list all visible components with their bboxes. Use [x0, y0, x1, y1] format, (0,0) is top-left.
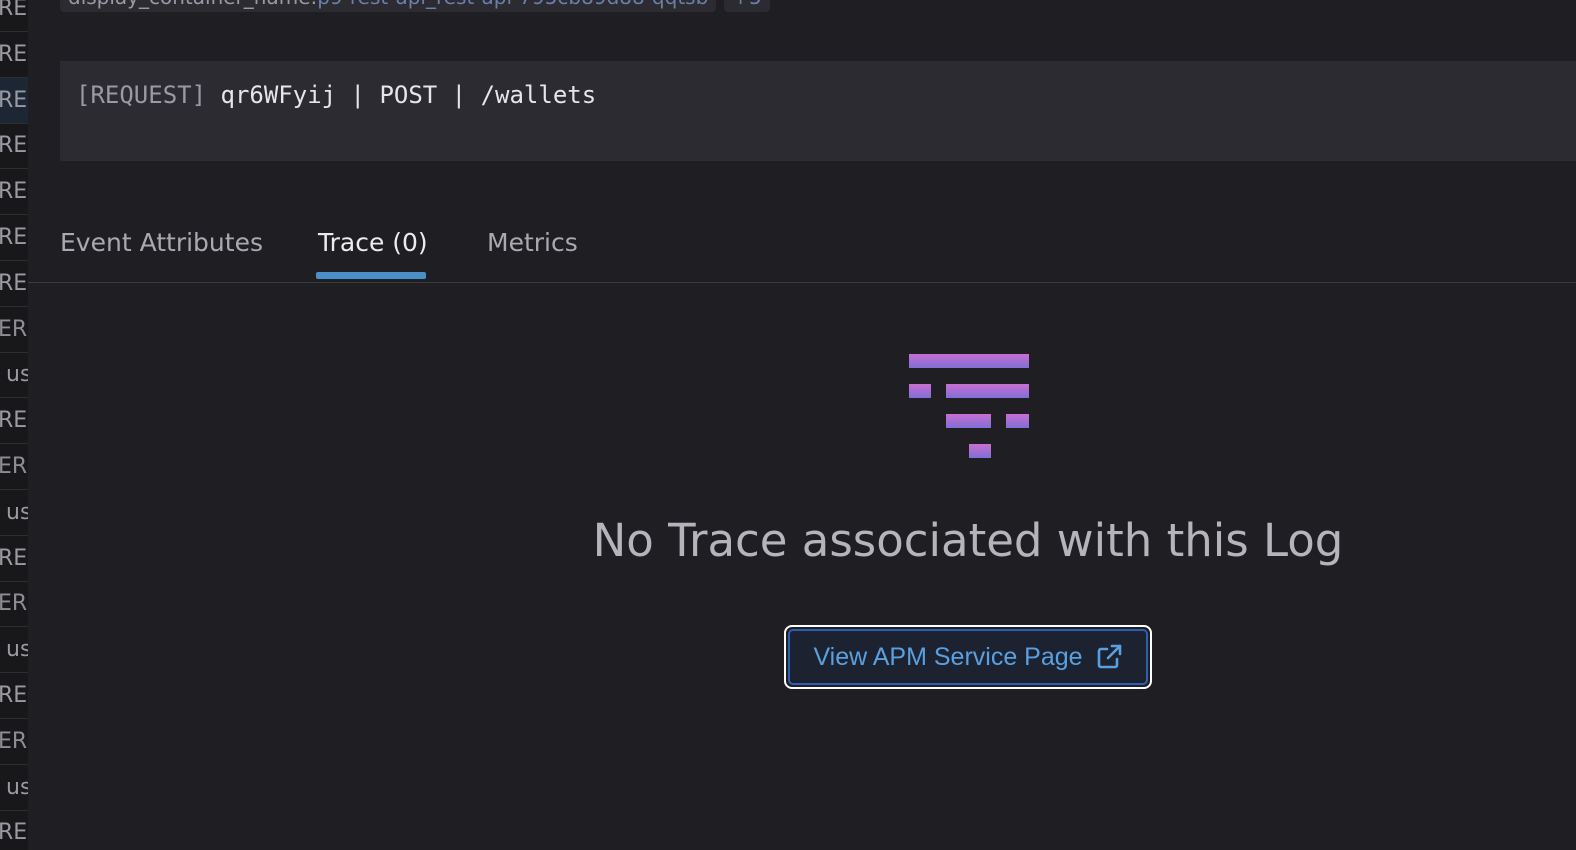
apm-button-label: View APM Service Page: [813, 642, 1083, 671]
log-explorer-app: REQREQREQREQREQREQREQERRusREQERRusREQERR…: [0, 0, 1576, 850]
log-row[interactable]: REQ: [0, 261, 28, 307]
log-level: [REQUEST]: [76, 81, 207, 109]
active-tab-indicator: [316, 272, 426, 279]
log-row[interactable]: REQ: [0, 123, 28, 170]
container-name-tag[interactable]: display_container_name:p9-rest-api_rest-…: [60, 0, 717, 12]
log-row[interactable]: ERR: [0, 307, 28, 353]
apm-button-content: View APM Service Page: [788, 629, 1148, 685]
tab-event-attributes[interactable]: Event Attributes: [60, 228, 263, 280]
tag-value: p9-rest-api_rest-api-795cb89d88-qqtsb: [317, 0, 708, 9]
log-row[interactable]: ERR: [0, 581, 28, 628]
log-row[interactable]: REQ: [0, 536, 28, 582]
log-row[interactable]: REQ: [0, 32, 28, 78]
log-message-body: qr6WFyij | POST | /wallets: [206, 81, 597, 109]
tags-row: display_container_name:p9-rest-api_rest-…: [60, 0, 770, 14]
log-row[interactable]: us: [0, 765, 28, 811]
log-row[interactable]: REQ: [0, 810, 28, 850]
more-tags-count: +5: [732, 0, 761, 9]
log-message: [REQUEST] qr6WFyij | POST | /wallets: [76, 81, 1576, 109]
log-row[interactable]: REQ: [0, 215, 28, 261]
view-apm-service-page-button[interactable]: View APM Service Page: [784, 625, 1152, 689]
log-detail-panel: display_container_name:p9-rest-api_rest-…: [28, 0, 1576, 850]
external-link-icon: [1097, 644, 1121, 669]
trace-empty-state: No Trace associated with this Log View A…: [28, 282, 1576, 842]
log-row[interactable]: us: [0, 352, 28, 399]
tag-key: display_container_name:: [68, 0, 317, 9]
more-tags-badge[interactable]: +5: [724, 0, 770, 12]
log-row[interactable]: REQ: [0, 398, 28, 445]
log-row[interactable]: us: [0, 490, 28, 536]
trace-icon: [909, 354, 1029, 458]
log-row[interactable]: ERR: [0, 444, 28, 490]
log-row[interactable]: us: [0, 627, 28, 674]
empty-state-title: No Trace associated with this Log: [592, 514, 1344, 567]
log-row[interactable]: REQ: [0, 169, 28, 216]
log-row[interactable]: REQ: [0, 673, 28, 719]
log-list[interactable]: REQREQREQREQREQREQREQERRusREQERRusREQERR…: [0, 0, 28, 850]
detail-tabs: Event Attributes Trace (0) Metrics: [28, 222, 1576, 283]
log-row[interactable]: ERR: [0, 719, 28, 765]
log-row[interactable]: REQ: [0, 77, 28, 124]
tab-metrics[interactable]: Metrics: [487, 228, 578, 280]
log-message-box: [REQUEST] qr6WFyij | POST | /wallets: [60, 61, 1576, 161]
log-row[interactable]: REQ: [0, 0, 28, 32]
